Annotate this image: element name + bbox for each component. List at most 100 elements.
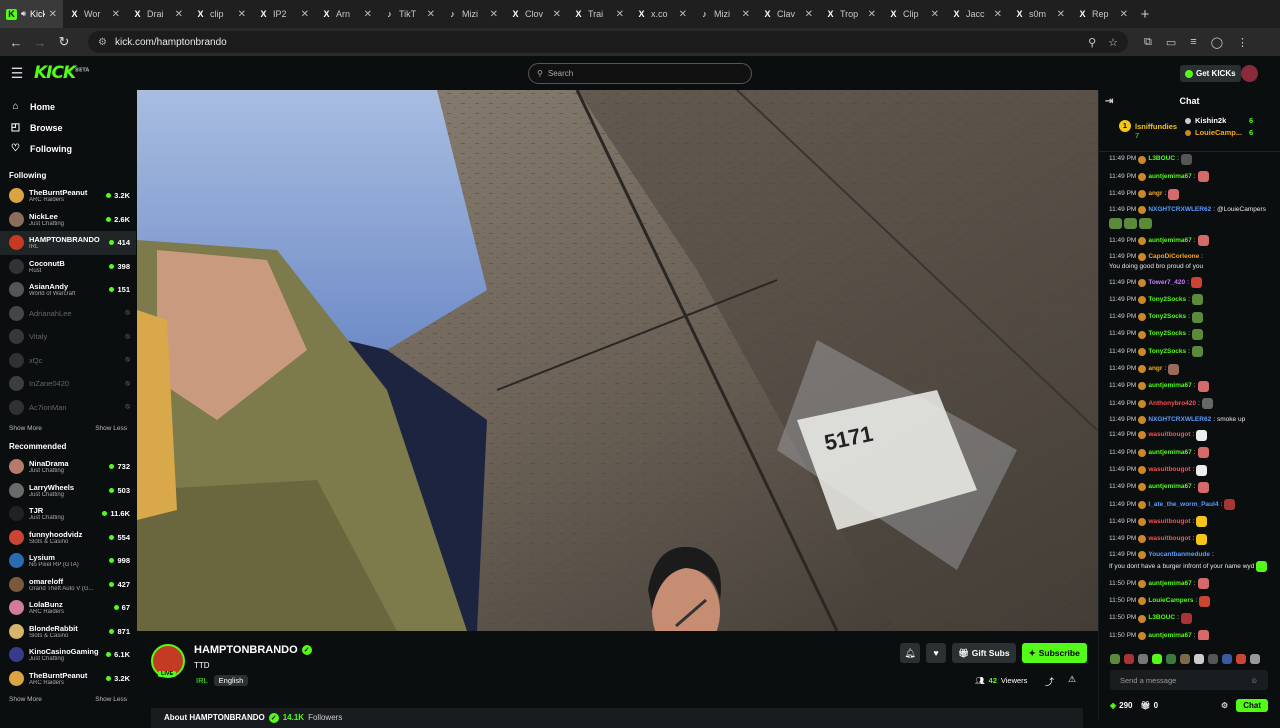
emote-icon[interactable] <box>1166 654 1176 664</box>
language-tag[interactable]: English <box>213 675 249 686</box>
message-username[interactable]: auntjemima67 <box>1148 449 1191 457</box>
browser-tab[interactable]: Xs0m ✕ <box>1008 0 1071 28</box>
top-gifter-3[interactable]: LouieCamp... 6 <box>1185 128 1253 137</box>
sidebar-channel[interactable]: BlondeRabbit Slots & Casino 871 <box>0 620 136 644</box>
message-username[interactable]: Anthonybro420 <box>1148 400 1196 408</box>
message-username[interactable]: NXGHTCRXWLER62 <box>1148 416 1211 424</box>
top-gifter-2[interactable]: Kishin2k 6 <box>1185 116 1253 125</box>
reload-icon[interactable]: ↻ <box>54 34 74 50</box>
browser-tab[interactable]: X Clov ✕ <box>504 0 567 28</box>
message-username[interactable]: Tony2Socks <box>1148 348 1186 356</box>
sidebar-channel[interactable]: AsianAndy World of Warcraft 151 <box>0 278 136 302</box>
browser-tab[interactable]: X Clip ✕ <box>882 0 945 28</box>
notification-bell-icon[interactable]: 🔔︎ <box>900 643 920 663</box>
kick-logo[interactable]: KICKBETA <box>34 63 89 83</box>
emote-icon[interactable] <box>1208 654 1218 664</box>
stream-category[interactable]: IRL <box>194 675 210 686</box>
close-tab-icon[interactable]: ✕ <box>49 9 57 20</box>
browser-tab[interactable]: ♪ TikT ✕ <box>378 0 441 28</box>
message-username[interactable]: Tower7_420 <box>1148 279 1185 287</box>
chat-messages[interactable]: 11:49 PM L3BOUC:11:49 PM auntjemima67:11:4… <box>1099 154 1280 640</box>
emote-icon[interactable] <box>1180 654 1190 664</box>
sidebar-channel[interactable]: TheBurntPeanut ARC Raiders 3.2K <box>0 667 136 691</box>
browser-tab[interactable]: ♪ Mizi ✕ <box>693 0 756 28</box>
message-username[interactable]: L3BOUC <box>1148 155 1175 163</box>
address-bar[interactable]: ⚙ kick.com/hamptonbrando ⚲ ☆ <box>88 31 1128 53</box>
sidebar-channel[interactable]: NickLee Just Chatting 2.6K <box>0 208 136 232</box>
close-tab-icon[interactable]: ✕ <box>112 9 120 20</box>
close-tab-icon[interactable]: ✕ <box>490 9 498 20</box>
nav-item-browse[interactable]: ◰ Browse <box>0 117 136 138</box>
cast-icon[interactable]: ▭ <box>1166 36 1176 49</box>
user-avatar[interactable] <box>1241 65 1258 82</box>
extensions-icon[interactable]: ⧉ <box>1144 36 1152 49</box>
recommended-show-more[interactable]: Show More <box>9 696 42 703</box>
browser-tab[interactable]: ♪ Mizi ✕ <box>441 0 504 28</box>
browser-tab[interactable]: X Arn ✕ <box>315 0 378 28</box>
close-tab-icon[interactable]: ✕ <box>364 9 372 20</box>
recommended-show-less[interactable]: Show Less <box>95 696 127 703</box>
emote-icon[interactable] <box>1250 654 1260 664</box>
close-tab-icon[interactable]: ✕ <box>931 9 939 20</box>
message-username[interactable]: L3BOUC <box>1148 614 1175 622</box>
message-username[interactable]: auntjemima67 <box>1148 580 1191 588</box>
browser-tab[interactable]: X Clav ✕ <box>756 0 819 28</box>
get-kicks-button[interactable]: Get KICKs <box>1180 65 1241 82</box>
browser-tab[interactable]: X Drai ✕ <box>126 0 189 28</box>
message-username[interactable]: I_ate_the_worm_Paul4 <box>1148 501 1218 509</box>
message-username[interactable]: NXGHTCRXWLER62 <box>1148 206 1211 214</box>
message-username[interactable]: auntjemima67 <box>1148 382 1191 390</box>
browser-tab[interactable]: X Trop ✕ <box>819 0 882 28</box>
new-tab-icon[interactable]: + <box>1134 6 1156 23</box>
sidebar-channel[interactable]: AdrianahLee ⦸ <box>0 302 136 326</box>
sidebar-channel[interactable]: HAMPTONBRANDO IRL 414 <box>0 231 136 255</box>
emote-icon[interactable] <box>1152 654 1162 664</box>
message-username[interactable]: wasuitbougot <box>1148 431 1190 439</box>
sidebar-channel[interactable]: InZane0420 ⦸ <box>0 372 136 396</box>
report-icon[interactable]: ⚠ <box>1068 674 1076 685</box>
message-username[interactable]: auntjemima67 <box>1148 237 1191 245</box>
browser-tab[interactable]: K 🔊︎ Kick ✕ <box>0 0 63 28</box>
sidebar-channel[interactable]: funnyhoodvidz Slots & Casino 554 <box>0 526 136 550</box>
close-tab-icon[interactable]: ✕ <box>1120 9 1128 20</box>
streamer-name[interactable]: HAMPTONBRANDO <box>194 644 298 656</box>
chat-settings-icon[interactable]: ⚙ <box>1221 701 1228 710</box>
emote-icon[interactable] <box>1110 654 1120 664</box>
media-icon[interactable]: ≡ <box>1190 36 1196 49</box>
top-gifter-1[interactable]: 1 lsniffundies 7 <box>1119 120 1177 140</box>
sidebar-channel[interactable]: KinoCasinoGaming Just Chatting 6.1K <box>0 643 136 667</box>
emote-icon[interactable] <box>1124 654 1134 664</box>
close-tab-icon[interactable]: ✕ <box>1057 9 1065 20</box>
message-username[interactable]: CapoDiCorleone <box>1148 253 1199 261</box>
browser-tab[interactable]: X IP2 ✕ <box>252 0 315 28</box>
sidebar-channel[interactable]: LolaBunz ARC Raiders 67 <box>0 596 136 620</box>
emote-icon[interactable] <box>1222 654 1232 664</box>
collapse-chat-icon[interactable]: ⇥ <box>1105 96 1113 107</box>
following-show-less[interactable]: Show Less <box>95 425 127 432</box>
browser-tab[interactable]: X Rep ✕ <box>1071 0 1134 28</box>
close-tab-icon[interactable]: ✕ <box>805 9 813 20</box>
message-username[interactable]: auntjemima67 <box>1148 483 1191 491</box>
message-username[interactable]: Tony2Socks <box>1148 330 1186 338</box>
browser-tab[interactable]: X Jacc ✕ <box>945 0 1008 28</box>
bookmark-star-icon[interactable]: ☆ <box>1108 36 1118 49</box>
close-tab-icon[interactable]: ✕ <box>742 9 750 20</box>
points-icon[interactable]: ◈ <box>1110 701 1116 710</box>
close-tab-icon[interactable]: ✕ <box>553 9 561 20</box>
message-username[interactable]: angr <box>1148 190 1162 198</box>
chat-message-input[interactable]: Send a message ☺ <box>1110 670 1268 690</box>
sidebar-channel[interactable]: NinaDrama Just Chatting 732 <box>0 455 136 479</box>
send-chat-button[interactable]: Chat <box>1236 698 1268 712</box>
browser-tab[interactable]: Xclip ✕ <box>189 0 252 28</box>
emote-icon[interactable] <box>1194 654 1204 664</box>
message-username[interactable]: wasuitbougot <box>1148 535 1190 543</box>
sidebar-channel[interactable]: Ac7ionMan ⦸ <box>0 396 136 420</box>
message-username[interactable]: wasuitbougot <box>1148 466 1190 474</box>
profile-icon[interactable]: ◯ <box>1211 36 1223 49</box>
browser-tab[interactable]: Xx.co ✕ <box>630 0 693 28</box>
close-tab-icon[interactable]: ✕ <box>301 9 309 20</box>
emote-icon[interactable] <box>1138 654 1148 664</box>
close-tab-icon[interactable]: ✕ <box>994 9 1002 20</box>
browser-tab[interactable]: X Wor ✕ <box>63 0 126 28</box>
share-icon[interactable]: ⤴ <box>1045 675 1054 688</box>
